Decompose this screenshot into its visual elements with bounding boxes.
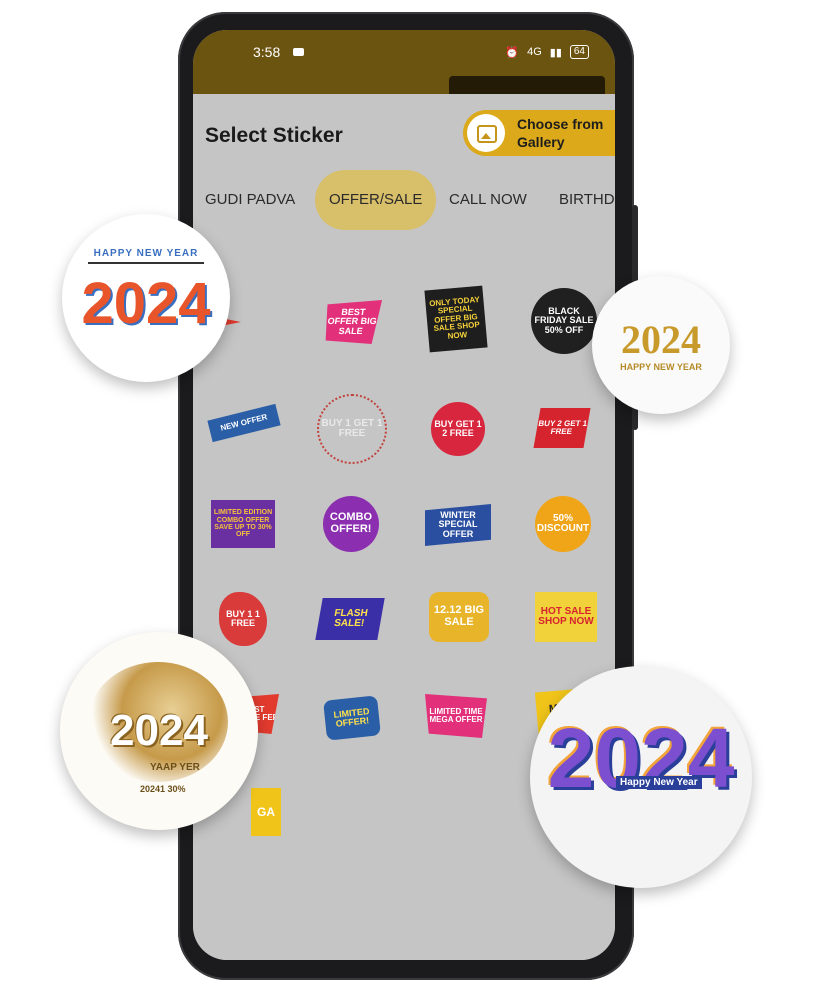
sticker-item[interactable]: BUY 1 GET 1 FREE bbox=[317, 394, 387, 464]
sticker-item[interactable]: HOT SALE SHOP NOW bbox=[535, 592, 597, 642]
sticker-item[interactable]: NEW OFFER bbox=[207, 403, 281, 443]
sheet-title: Select Sticker bbox=[205, 124, 343, 147]
sticker-item[interactable]: LIMITED TIME MEGA OFFER bbox=[425, 694, 487, 738]
new-year-badge: 2024 Happy New Year bbox=[530, 666, 752, 888]
alarm-icon: ⏰ bbox=[505, 46, 520, 59]
badge-caption: Happy New Year bbox=[616, 776, 702, 789]
new-year-badge: HAPPY NEW YEAR 2024 bbox=[62, 214, 230, 382]
sticker-item[interactable]: LIMITED EDITION COMBO OFFER SAVE UP TO 3… bbox=[211, 500, 275, 548]
category-tabs: GUDI PADVA OFFER/SALE CALL NOW BIRTHD bbox=[193, 170, 615, 230]
sticker-item[interactable]: FLASH SALE! bbox=[315, 598, 385, 640]
choose-gallery-button[interactable]: Choose from Gallery bbox=[463, 110, 615, 156]
sticker-item[interactable]: LIMITED OFFER! bbox=[323, 695, 381, 741]
badge-hanging-string bbox=[88, 262, 204, 264]
status-icons: ⏰ 4G ▮▮ 64 bbox=[505, 45, 589, 59]
tab-gudi-padva[interactable]: GUDI PADVA bbox=[205, 170, 295, 230]
sticker-item[interactable]: 50% DISCOUNT bbox=[535, 496, 591, 552]
status-time: 3:58 bbox=[253, 44, 281, 60]
badge-year: 2024 bbox=[81, 271, 211, 336]
badge-year: 2024 bbox=[110, 706, 208, 755]
image-icon bbox=[467, 114, 505, 152]
sticker-item[interactable]: COMBO OFFER! bbox=[323, 496, 379, 552]
badge-year: 2024 bbox=[547, 711, 735, 805]
badge-caption: HAPPY NEW YEAR bbox=[93, 248, 199, 259]
new-year-badge: 2024 HAPPY NEW YEAR bbox=[592, 276, 730, 414]
sticker-item[interactable]: ONLY TODAY SPECIAL OFFER BIG SALE SHOP N… bbox=[424, 285, 488, 353]
sticker-item[interactable]: BLACK FRIDAY SALE 50% OFF bbox=[531, 288, 597, 354]
signal-icon: ▮▮ bbox=[549, 46, 562, 59]
sticker-item[interactable]: WINTER SPECIAL OFFER bbox=[425, 504, 491, 546]
choose-gallery-label: Choose from Gallery bbox=[517, 116, 604, 150]
badge-caption: 20241 30% bbox=[140, 784, 186, 794]
sticker-item[interactable]: BEST OFFER BIG SALE bbox=[322, 300, 382, 344]
app-bar bbox=[193, 76, 615, 98]
network-label: 4G bbox=[527, 46, 542, 58]
sticker-item[interactable]: 12.12 BIG SALE bbox=[429, 592, 489, 642]
sticker-item[interactable]: BUY 2 GET 1 FREE bbox=[533, 408, 591, 448]
sticker-item[interactable]: BUY GET 1 2 FREE bbox=[431, 402, 485, 456]
status-bar: 3:58 ⏰ 4G ▮▮ 64 bbox=[193, 30, 615, 76]
tab-birthday[interactable]: BIRTHD bbox=[559, 170, 615, 230]
battery-icon: 64 bbox=[569, 45, 589, 59]
tab-call-now[interactable]: CALL NOW bbox=[449, 170, 527, 230]
new-year-badge: 2024 YAAP YER 20241 30% bbox=[60, 632, 258, 830]
sticker-item[interactable]: GA bbox=[251, 788, 281, 836]
sticker-item[interactable]: BUY 1 1 FREE bbox=[219, 592, 267, 646]
badge-year: 2024 bbox=[621, 317, 701, 362]
video-camera-icon bbox=[293, 48, 304, 56]
badge-caption: HAPPY NEW YEAR bbox=[620, 362, 702, 372]
tab-offer-sale[interactable]: OFFER/SALE bbox=[315, 170, 437, 230]
badge-caption: YAAP YER bbox=[150, 762, 200, 773]
